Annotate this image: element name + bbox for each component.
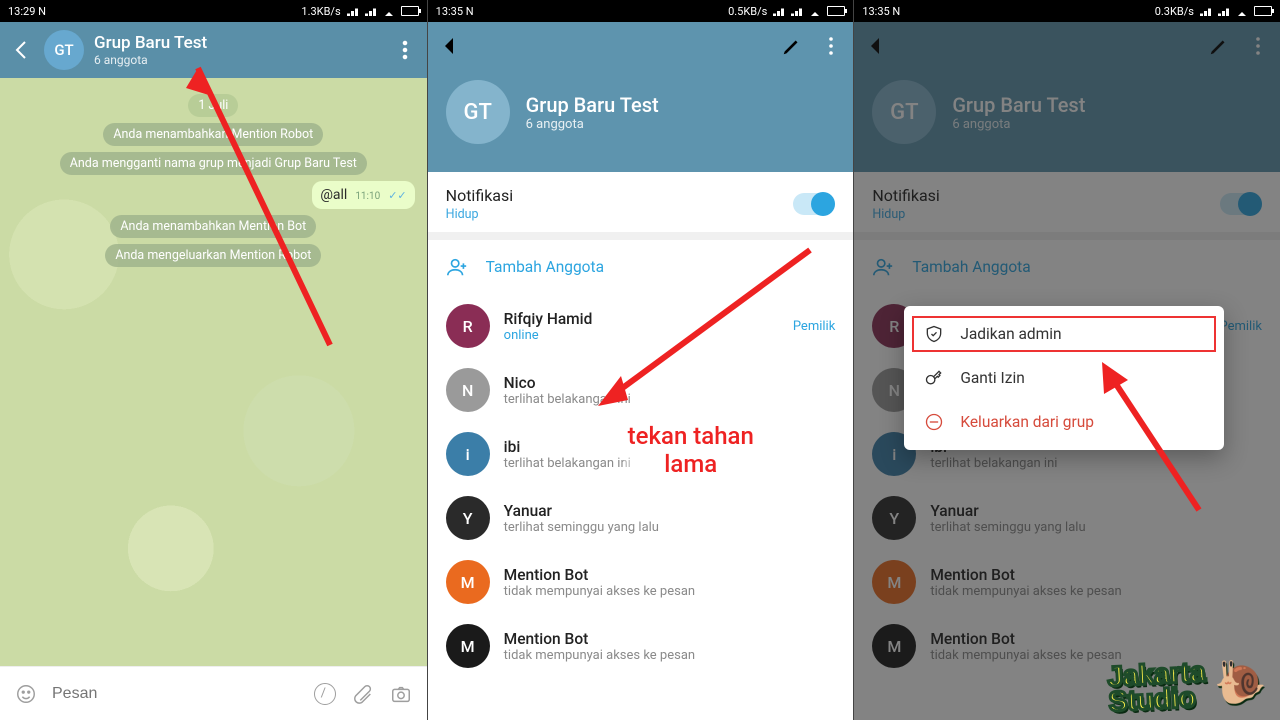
profile-header: GT Grup Baru Test 6 anggota (428, 22, 854, 172)
add-member-row[interactable]: Tambah Anggota (428, 240, 854, 294)
group-title: Grup Baru Test (94, 33, 383, 53)
member-row[interactable]: M Mention Bottidak mempunyai akses ke pes… (428, 614, 854, 678)
battery-icon (827, 6, 845, 16)
phone-context: 13:35 N 0.3KB/s GT Grup Baru Test 6 a (853, 0, 1280, 720)
notifications-section[interactable]: Notifikasi Hidup (428, 172, 854, 240)
message-input[interactable] (52, 685, 299, 703)
ctx-label: Ganti Izin (960, 369, 1024, 387)
member-name: Nico (504, 374, 836, 392)
system-message: Anda mengganti nama grup menjadi Grup Ba… (60, 152, 367, 175)
camera-icon[interactable] (389, 682, 413, 706)
member-status: tidak mempunyai akses ke pesan (504, 648, 836, 663)
ctx-label: Keluarkan dari grup (960, 413, 1094, 431)
ctx-change-permission[interactable]: Ganti Izin (904, 356, 1224, 400)
status-bar: 13:29 N 1.3KB/s (0, 0, 427, 22)
member-name: Mention Bot (504, 566, 836, 584)
member-avatar: M (446, 560, 490, 604)
outgoing-message[interactable]: @all 11:10 ✓✓ (312, 181, 414, 209)
signal-icon (347, 6, 359, 16)
signal-icon (365, 6, 377, 16)
status-time: 13:35 N (862, 5, 900, 18)
edit-icon[interactable] (781, 35, 803, 61)
status-bar: 13:35 N 0.5KB/s (428, 0, 854, 22)
phone-chat: 13:29 N 1.3KB/s GT Grup Baru Test 6 angg… (0, 0, 427, 720)
battery-icon (401, 6, 419, 16)
add-member-icon (446, 256, 468, 278)
ctx-label: Jadikan admin (960, 325, 1061, 343)
notif-toggle[interactable] (793, 193, 835, 215)
system-message: Anda menambahkan Mention Robot (103, 123, 323, 146)
read-ticks-icon: ✓✓ (388, 189, 406, 202)
watermark-line2: Studio (1108, 684, 1207, 714)
add-member-label: Tambah Anggota (486, 258, 604, 276)
member-avatar: Y (446, 496, 490, 540)
member-status: online (504, 328, 779, 343)
signal-icon (791, 6, 803, 16)
chat-header[interactable]: GT Grup Baru Test 6 anggota (0, 22, 427, 78)
header-titles[interactable]: Grup Baru Test 6 anggota (94, 33, 383, 67)
chat-area[interactable]: 1 Juli Anda menambahkan Mention Robot An… (0, 78, 427, 666)
member-avatar: N (446, 368, 490, 412)
wifi-icon (1236, 6, 1248, 16)
wifi-icon (383, 6, 395, 16)
member-status: terlihat belakangan ini (504, 392, 836, 407)
phone-profile: 13:35 N 0.5KB/s (427, 0, 854, 720)
system-message: Anda mengeluarkan Mention Robot (105, 244, 321, 267)
member-badge: Pemilik (793, 319, 836, 334)
group-subtitle: 6 anggota (526, 117, 659, 132)
status-rate: 0.5KB/s (728, 5, 767, 18)
back-icon[interactable] (10, 38, 34, 62)
battery-icon (1254, 6, 1272, 16)
annotation-press-hold: tekan tahan lama (624, 423, 758, 478)
attach-icon[interactable] (351, 682, 375, 706)
member-name: Yanuar (504, 502, 836, 520)
notif-label: Notifikasi (446, 186, 514, 205)
status-bar: 13:35 N 0.3KB/s (854, 0, 1280, 22)
member-status: tidak mempunyai akses ke pesan (504, 584, 836, 599)
status-rate: 1.3KB/s (301, 5, 340, 18)
group-subtitle: 6 anggota (94, 53, 383, 67)
emoji-icon[interactable] (14, 682, 38, 706)
member-name: Rifqiy Hamid (504, 310, 779, 328)
member-row[interactable]: M Mention Bottidak mempunyai akses ke pes… (428, 550, 854, 614)
back-icon[interactable] (438, 34, 462, 62)
member-avatar: i (446, 432, 490, 476)
more-icon[interactable] (819, 34, 843, 62)
date-chip: 1 Juli (188, 94, 238, 117)
watermark-logo: Jakarta Studio 🐌 (1106, 656, 1267, 715)
status-rate: 0.3KB/s (1155, 5, 1194, 18)
more-icon[interactable] (393, 38, 417, 62)
member-name: Mention Bot (504, 630, 836, 648)
system-message: Anda menambahkan Mention Bot (110, 215, 316, 238)
signal-icon (1218, 6, 1230, 16)
message-time: 11:10 (355, 191, 380, 202)
status-time: 13:29 N (8, 5, 46, 18)
member-avatar: R (446, 304, 490, 348)
wifi-icon (809, 6, 821, 16)
signal-icon (773, 6, 785, 16)
ctx-make-admin[interactable]: Jadikan admin (910, 314, 1218, 354)
notif-value: Hidup (446, 207, 514, 222)
message-text: @all (320, 187, 347, 203)
signal-icon (1200, 6, 1212, 16)
member-avatar: M (446, 624, 490, 668)
member-status: terlihat seminggu yang lalu (504, 520, 836, 535)
group-avatar[interactable]: GT (44, 30, 84, 70)
ctx-remove-from-group[interactable]: Keluarkan dari grup (904, 400, 1224, 444)
message-input-bar: / (0, 666, 427, 720)
member-context-menu: Jadikan admin Ganti Izin Keluarkan dari … (904, 306, 1224, 450)
member-row[interactable]: R Rifqiy Hamidonline Pemilik (428, 294, 854, 358)
member-row[interactable]: Y Yanuarterlihat seminggu yang lalu (428, 486, 854, 550)
slash-command-icon[interactable]: / (313, 682, 337, 706)
status-time: 13:35 N (436, 5, 474, 18)
member-row[interactable]: N Nicoterlihat belakangan ini (428, 358, 854, 422)
snail-icon: 🐌 (1213, 662, 1267, 702)
group-title: Grup Baru Test (526, 93, 659, 117)
group-avatar-large[interactable]: GT (446, 80, 510, 144)
